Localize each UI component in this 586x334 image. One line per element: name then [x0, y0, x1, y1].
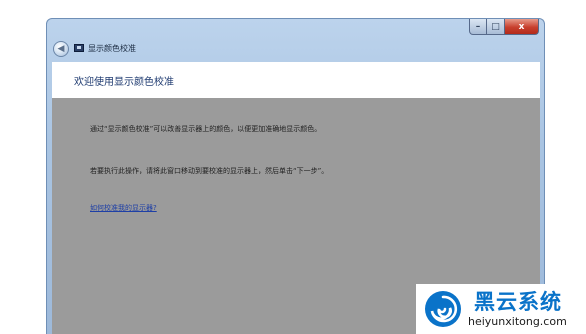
- page-title: 欢迎使用显示颜色校准: [74, 77, 174, 88]
- instruction-text: 若要执行此操作，请将此窗口移动到要校准的显示器上，然后单击“下一步”。: [90, 167, 329, 175]
- brand-url: heiyunxitong.com: [468, 315, 567, 328]
- close-button[interactable]: x: [505, 19, 539, 35]
- back-button[interactable]: ◀: [53, 41, 69, 57]
- caption-buttons: – □ x: [469, 19, 539, 37]
- window-title: 显示颜色校准: [88, 44, 136, 53]
- title-bar[interactable]: ◀ 显示颜色校准 – □ x: [47, 19, 544, 61]
- page-header: 欢迎使用显示颜色校准: [52, 62, 540, 98]
- swirl-logo-icon: [425, 291, 461, 327]
- back-arrow-icon: ◀: [57, 43, 65, 54]
- display-calibration-icon: [74, 44, 84, 52]
- minimize-button[interactable]: –: [469, 19, 487, 35]
- help-link[interactable]: 如何校准我的显示器?: [90, 203, 157, 213]
- maximize-button[interactable]: □: [487, 19, 505, 35]
- brand-name: 黑云系统: [474, 290, 562, 314]
- intro-text: 通过“显示颜色校准”可以改善显示器上的颜色，以便更加准确地显示颜色。: [90, 125, 322, 133]
- watermark: 黑云系统 heiyunxitong.com: [416, 284, 586, 334]
